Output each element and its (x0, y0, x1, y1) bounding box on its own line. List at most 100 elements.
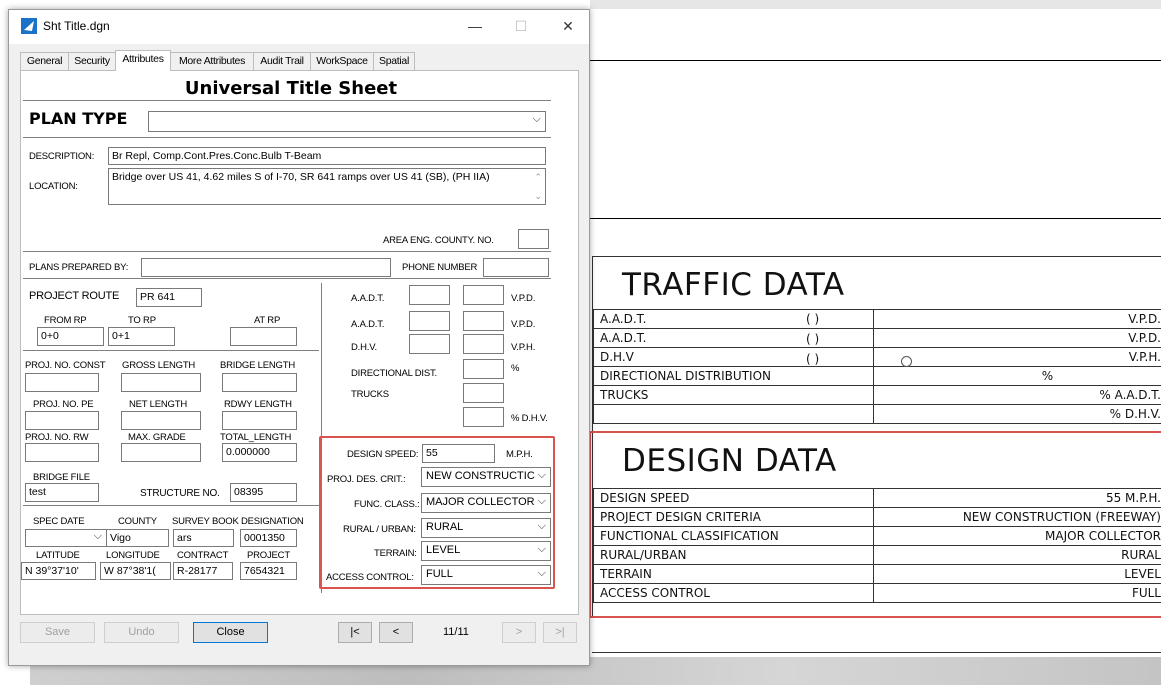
gross-length-label: GROSS LENGTH (122, 360, 196, 371)
design-row-label: PROJECT DESIGN CRITERIA (593, 507, 874, 527)
net-length-field[interactable] (121, 411, 201, 430)
total-length-field[interactable]: 0.000000 (222, 443, 297, 462)
dhv-extra-field[interactable] (463, 334, 504, 354)
record-counter: 11/11 (443, 626, 469, 638)
proj-no-rw-field[interactable] (25, 443, 99, 462)
area-eng-label: AREA ENG. COUNTY. NO. (383, 235, 494, 246)
traffic-row-value: % D.H.V. (873, 404, 1161, 424)
table-row: TERRAIN LEVEL (593, 564, 1161, 584)
access-control-select[interactable]: FULL ⌵ (421, 565, 551, 585)
paren-aadt-1: ( ) (806, 312, 820, 326)
proj-des-crit-value: NEW CONSTRUCTIC (426, 470, 535, 482)
proj-no-pe-field[interactable] (25, 411, 99, 430)
structure-no-field[interactable]: 08395 (230, 483, 297, 502)
design-speed-field[interactable]: 55 (422, 444, 495, 463)
contract-field[interactable]: R-28177 (173, 562, 233, 580)
aadt-2-field[interactable] (409, 311, 450, 331)
county-field[interactable]: Vigo (106, 529, 169, 547)
plans-divider-top (23, 251, 551, 254)
proj-no-const-field[interactable] (25, 373, 99, 392)
terrain-select[interactable]: LEVEL ⌵ (421, 541, 551, 561)
app-icon (21, 18, 37, 34)
plan-type-label: PLAN TYPE (29, 109, 128, 128)
project-route-field[interactable]: PR 641 (136, 288, 202, 307)
longitude-field[interactable]: W 87°38'1( (100, 562, 171, 580)
project-field[interactable]: 7654321 (240, 562, 297, 580)
table-row: TRUCKS % A.A.D.T. (593, 385, 1161, 405)
title-bar[interactable]: Sht Title.dgn — ☐ ✕ (9, 10, 589, 44)
save-button[interactable]: Save (20, 622, 95, 643)
proj-no-pe-label: PROJ. NO. PE (33, 399, 94, 410)
close-button[interactable]: Close (193, 622, 268, 643)
design-row-value: MAJOR COLLECTOR (873, 526, 1161, 546)
net-length-label: NET LENGTH (129, 399, 188, 410)
vpd-1-label: V.P.D. (511, 293, 536, 304)
design-row-value: NEW CONSTRUCTION (FREEWAY) (873, 507, 1161, 527)
first-record-button[interactable]: |< (338, 622, 372, 643)
tab-attributes[interactable]: Attributes (115, 50, 171, 71)
from-rp-field[interactable]: 0+0 (37, 327, 104, 346)
max-grade-field[interactable] (121, 443, 201, 462)
tab-general[interactable]: General (20, 52, 69, 70)
gross-length-field[interactable] (121, 373, 201, 392)
tab-audit-trail[interactable]: Audit Trail (253, 52, 311, 70)
designation-field[interactable]: 0001350 (240, 529, 297, 547)
plans-prepared-label: PLANS PREPARED BY: (29, 262, 129, 273)
left-divider-2 (23, 505, 319, 508)
access-control-label: ACCESS CONTROL: (326, 572, 414, 583)
next-record-button[interactable]: > (502, 622, 536, 643)
spec-date-select[interactable]: ⌵ (25, 529, 107, 547)
spec-date-label: SPEC DATE (33, 516, 85, 527)
bridge-length-field[interactable] (222, 373, 297, 392)
project-route-label: PROJECT ROUTE (29, 290, 120, 302)
tab-spatial[interactable]: Spatial (373, 52, 415, 70)
plans-divider-bottom (23, 278, 551, 281)
maximize-button[interactable]: ☐ (511, 16, 531, 36)
close-window-button[interactable]: ✕ (558, 16, 578, 36)
description-field[interactable]: Br Repl, Comp.Cont.Pres.Conc.Bulb T-Beam (108, 147, 546, 165)
traffic-top-line (592, 256, 1161, 257)
pct-dhv-label: % D.H.V. (511, 413, 548, 424)
tab-security[interactable]: Security (68, 52, 116, 70)
scroll-up-icon[interactable]: ⌃ (534, 170, 542, 184)
last-record-button[interactable]: >| (543, 622, 577, 643)
plans-prepared-field[interactable] (141, 258, 391, 277)
design-row-label: TERRAIN (593, 564, 874, 584)
rdwy-length-field[interactable] (222, 411, 297, 430)
func-class-select[interactable]: MAJOR COLLECTOR ⌵ (421, 493, 551, 513)
rural-urban-value: RURAL (426, 521, 464, 533)
rural-urban-select[interactable]: RURAL ⌵ (421, 518, 551, 538)
minimize-button[interactable]: — (465, 16, 485, 36)
traffic-row-label (593, 404, 874, 424)
survey-book-field[interactable]: ars (173, 529, 234, 547)
rdwy-length-label: RDWY LENGTH (224, 399, 292, 410)
tab-workspace[interactable]: WorkSpace (310, 52, 374, 70)
at-rp-field[interactable] (230, 327, 297, 346)
aadt-1-field[interactable] (409, 285, 450, 305)
undo-button[interactable]: Undo (104, 622, 179, 643)
table-row: D.H.V V.P.H. (593, 347, 1161, 367)
to-rp-field[interactable]: 0+1 (108, 327, 175, 346)
trucks-field[interactable] (463, 383, 504, 403)
proj-des-crit-select[interactable]: NEW CONSTRUCTIC ⌵ (421, 467, 551, 487)
aadt-1-extra-field[interactable] (463, 285, 504, 305)
directional-dist-field[interactable] (463, 359, 504, 379)
previous-record-button[interactable]: < (379, 622, 413, 643)
trucks-dhv-field[interactable] (463, 407, 504, 427)
plan-type-select[interactable]: ⌵ (148, 111, 546, 132)
table-row: PROJECT DESIGN CRITERIA NEW CONSTRUCTION… (593, 507, 1161, 527)
area-eng-field[interactable] (518, 229, 549, 249)
location-field[interactable]: Bridge over US 41, 4.62 miles S of I-70,… (108, 168, 546, 205)
tab-more-attributes[interactable]: More Attributes (170, 52, 254, 70)
phone-field[interactable] (483, 258, 549, 277)
traffic-row-value: V.P.H. (873, 347, 1161, 367)
bridge-file-field[interactable]: test (25, 483, 99, 502)
attributes-panel: Universal Title Sheet PLAN TYPE ⌵ DESCRI… (20, 70, 579, 615)
dhv-field[interactable] (409, 334, 450, 354)
scroll-down-icon[interactable]: ⌄ (534, 189, 542, 203)
traffic-row-label: TRUCKS (593, 385, 874, 405)
aadt-2-extra-field[interactable] (463, 311, 504, 331)
traffic-row-label: A.A.D.T. (593, 309, 874, 329)
latitude-field[interactable]: N 39°37'10' (21, 562, 96, 580)
chevron-down-icon: ⌵ (532, 113, 541, 125)
